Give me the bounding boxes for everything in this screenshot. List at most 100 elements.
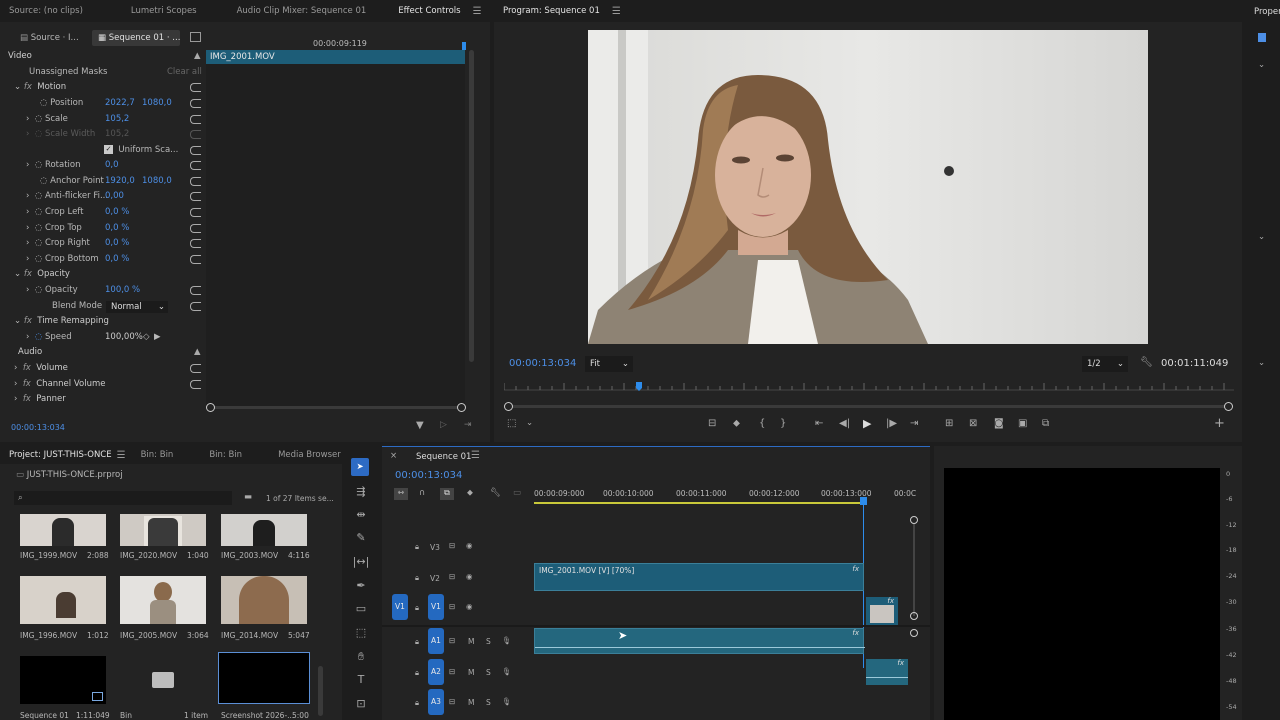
export-icon[interactable]: ⇥ [464,420,472,430]
panel-menu-icon[interactable]: ☰ [471,450,480,461]
selection-tool-icon[interactable]: ➤ [351,458,369,476]
hand-tool-icon[interactable]: ✋︎ [351,650,371,668]
clip-name-2014[interactable]: IMG_2014.MOV [221,631,278,640]
razor-tool-icon[interactable]: ✎ [351,531,371,549]
v3-eye-icon[interactable]: ◉ [466,541,473,550]
fx-icon[interactable]: fx [24,269,32,279]
a2-solo[interactable]: S [486,668,491,677]
position-x-value[interactable]: 2022,7 [105,96,135,112]
ec-scrollbar[interactable] [469,50,474,362]
tab-audio-clip-mixer[interactable]: Audio Clip Mixer: Sequence 01 [228,0,376,22]
chevron-right-icon[interactable]: › [26,160,29,170]
a2-mic-icon[interactable]: 🎙︎ [502,667,512,676]
v2-lock-icon[interactable]: 🔒︎ [415,573,419,583]
safe-margins-icon[interactable]: ⬚ [507,418,516,429]
stopwatch-icon[interactable]: ◌ [35,223,42,233]
motion-row[interactable]: ⌄ fx Motion [0,80,206,96]
stopwatch-icon[interactable]: ◌ [35,254,42,264]
program-video-frame[interactable] [588,30,1148,344]
reset-icon[interactable] [190,83,201,92]
chevron-down-icon[interactable]: ⌄ [526,418,533,428]
keyframe-diamond-icon[interactable]: ◇ [143,330,150,346]
ec-sequence-tab[interactable]: ▦ Sequence 01 · ... [92,30,180,46]
program-timecode[interactable]: 00:00:13:034 [509,358,576,369]
reset-icon[interactable] [190,239,201,248]
a1-sync-icon[interactable]: ⊟ [449,636,455,645]
a3-lock-icon[interactable]: 🔒︎ [415,698,419,708]
go-to-out-icon[interactable]: ⇥ [910,418,918,429]
collapse-up-icon[interactable]: ▲ [194,49,201,65]
compare-icon[interactable]: ▣ [1018,418,1027,429]
fx-icon[interactable]: fx [24,316,32,326]
opacity-group-row[interactable]: ⌄ fx Opacity [0,267,206,283]
reset-icon[interactable] [190,99,201,108]
a2-clip-next[interactable]: fx [866,659,908,685]
v3-label[interactable]: V3 [430,543,440,552]
clip-thumb-1996[interactable] [20,576,106,624]
track-select-tool-icon[interactable]: ⇶ [351,485,371,503]
v1-lock-icon[interactable]: 🔒︎ [415,603,419,613]
v1-sync-icon[interactable]: ⊟ [449,602,455,611]
crop-top-value[interactable]: 0,0 % [105,221,129,237]
properties-icon[interactable] [1258,33,1266,42]
ec-clip-bar[interactable]: IMG_2001.MOV [206,50,465,64]
program-zoom-bar[interactable] [512,405,1226,408]
resolution-dropdown[interactable]: 1/2 ⌄ [1082,356,1128,372]
chevron-down-icon[interactable]: ⌄ [14,82,21,92]
ec-zoom-handle-right[interactable] [457,403,466,412]
tab-effect-controls[interactable]: Effect Controls [389,0,469,22]
time-remap-row[interactable]: ⌄ fx Time Remapping [0,314,206,330]
ec-source-tab[interactable]: ▤ Source · I... [14,30,79,46]
fx-badge[interactable]: fx [897,659,904,667]
a3-mute[interactable]: M [468,698,474,707]
tab-project[interactable]: Project: JUST-THIS-ONCE [0,446,121,464]
type-tool-icon[interactable]: T [351,673,371,691]
extract-icon[interactable]: ⊠ [969,418,977,429]
chevron-right-icon[interactable]: › [26,191,29,201]
stopwatch-icon[interactable]: ◌ [40,98,47,108]
play-icon[interactable]: ▶ [863,417,871,430]
clip-thumb-2005[interactable] [120,576,206,624]
go-to-in-icon[interactable]: ⇤ [815,418,823,429]
play-audio-icon[interactable]: ▷ [440,420,447,430]
fit-dropdown[interactable]: Fit ⌄ [585,356,633,372]
a2-mute[interactable]: M [468,668,474,677]
slip-tool-icon[interactable]: |↔| [351,555,371,573]
chevron-down-icon[interactable]: ⌄ [1258,232,1265,242]
chevron-right-icon[interactable]: › [26,332,29,342]
v1-eye-icon[interactable]: ◉ [466,602,473,611]
stopwatch-icon[interactable]: ◌ [35,285,42,295]
next-keyframe-icon[interactable]: ▶ [154,330,161,346]
mark-in-icon[interactable]: { [759,418,765,429]
sequence-thumb[interactable] [20,656,106,704]
a2-sync-icon[interactable]: ⊟ [449,667,455,676]
a1-target[interactable]: A1 [428,628,444,654]
tab-lumetri-scopes[interactable]: Lumetri Scopes [122,0,206,22]
chevron-down-icon[interactable]: ⌄ [14,269,21,279]
volume-row[interactable]: › fx Volume [0,361,206,377]
v2-sync-icon[interactable]: ⊟ [449,572,455,581]
reset-icon[interactable] [190,115,201,124]
reset-icon[interactable] [190,146,201,155]
antiflicker-value[interactable]: 0,00 [105,189,124,205]
v2-clip[interactable]: IMG_2001.MOV [V] [70%] fx [534,563,864,591]
chevron-down-icon[interactable]: ⌄ [14,316,21,326]
clip-name-2003[interactable]: IMG_2003.MOV [221,551,278,560]
stopwatch-icon[interactable]: ◌ [35,191,42,201]
proxy-icon[interactable]: ⧉ [1042,418,1049,429]
timeline-ascroll-top[interactable] [910,629,918,637]
panel-menu-icon[interactable]: ☰ [117,450,126,461]
fx-icon[interactable]: fx [24,82,32,92]
chevron-down-icon[interactable]: ⌄ [1258,358,1265,368]
collapse-up-icon[interactable]: ▲ [194,345,201,361]
chevron-right-icon[interactable]: › [26,114,29,124]
stopwatch-icon[interactable]: ◌ [35,114,42,124]
toggle-timeline-icon[interactable] [190,32,201,42]
a2-target[interactable]: A2 [428,659,444,685]
pen-tool-icon[interactable]: ✒ [351,579,371,597]
work-area-bar[interactable] [534,502,864,504]
reset-icon[interactable] [190,208,201,217]
fx-badge[interactable]: fx [852,565,859,573]
speed-value[interactable]: 100,00% [105,330,143,346]
reset-icon[interactable] [190,364,201,373]
